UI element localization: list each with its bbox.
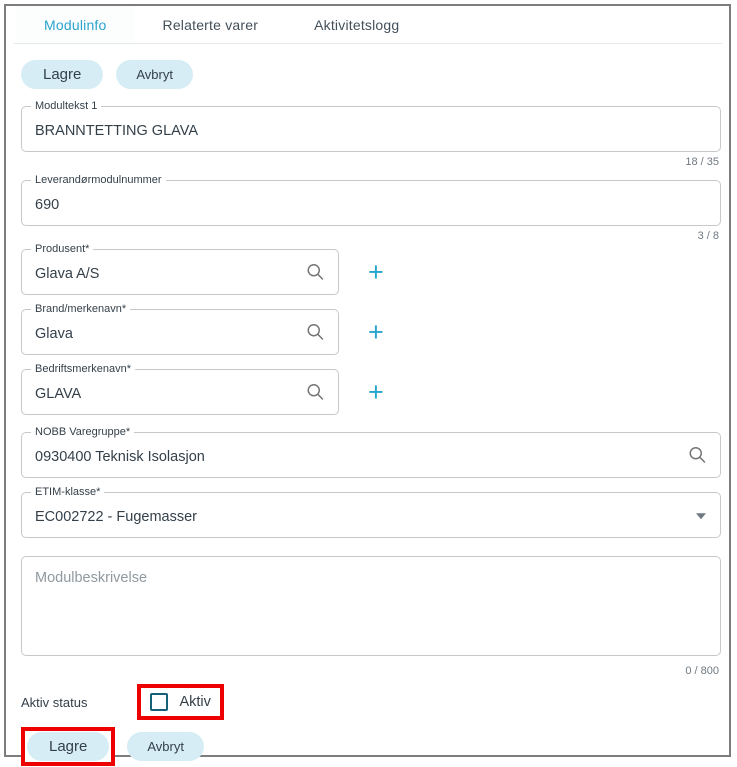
aktiv-checkbox[interactable] (150, 693, 168, 711)
leverandormodulnummer-input[interactable] (22, 181, 720, 225)
field-nobb-varegruppe: NOBB Varegruppe* (21, 432, 721, 478)
char-counter-modulbeskrivelse: 0 / 800 (21, 665, 719, 678)
field-label-leverandormodulnummer: Leverandørmodulnummer (31, 174, 166, 187)
field-label-etim-klasse: ETIM-klasse* (31, 486, 104, 499)
char-counter-leverandormodulnummer: 3 / 8 (21, 230, 719, 243)
field-label-produsent: Produsent* (31, 243, 93, 256)
etim-klasse-select[interactable] (22, 493, 720, 537)
cancel-button-bottom[interactable]: Avbryt (127, 732, 204, 761)
field-modultekst1: Modultekst 1 (21, 106, 721, 152)
search-icon[interactable] (305, 322, 326, 343)
brand-input[interactable] (22, 310, 338, 354)
field-block-brand: Brand/merkenavn* + (21, 309, 721, 355)
aktiv-status-row: Aktiv status Aktiv (21, 684, 721, 720)
bedriftsmerkenavn-input[interactable] (22, 370, 338, 414)
field-brand: Brand/merkenavn* (21, 309, 339, 355)
tab-aktivitetslogg[interactable]: Aktivitetslogg (286, 6, 427, 43)
field-etim-klasse: ETIM-klasse* (21, 492, 721, 538)
field-block-produsent: Produsent* + (21, 249, 721, 295)
search-icon[interactable] (305, 262, 326, 283)
field-block-etim-klasse: ETIM-klasse* (21, 492, 721, 538)
modulbeskrivelse-textarea[interactable] (21, 556, 721, 656)
chevron-down-icon[interactable] (696, 513, 706, 519)
search-icon[interactable] (305, 382, 326, 403)
save-button-bottom[interactable]: Lagre (27, 732, 109, 761)
field-block-leverandormodulnummer: Leverandørmodulnummer 3 / 8 (21, 180, 721, 243)
highlight-box-aktiv: Aktiv (137, 684, 223, 720)
bottom-action-row: Lagre Avbryt (21, 727, 721, 766)
save-button-top[interactable]: Lagre (21, 60, 103, 89)
top-action-row: Lagre Avbryt (21, 60, 721, 89)
add-brand-button[interactable]: + (368, 319, 384, 346)
highlight-box-save: Lagre (21, 727, 115, 766)
nobb-varegruppe-input[interactable] (22, 433, 720, 477)
field-block-nobb-varegruppe: NOBB Varegruppe* (21, 432, 721, 478)
tab-divider (14, 43, 722, 44)
field-block-bedriftsmerkenavn: Bedriftsmerkenavn* + (21, 369, 721, 415)
field-label-brand: Brand/merkenavn* (31, 303, 130, 316)
field-bedriftsmerkenavn: Bedriftsmerkenavn* (21, 369, 339, 415)
field-block-modultekst1: Modultekst 1 18 / 35 (21, 106, 721, 169)
field-label-modultekst1: Modultekst 1 (31, 100, 101, 113)
tab-relaterte-varer[interactable]: Relaterte varer (135, 6, 287, 43)
field-label-bedriftsmerkenavn: Bedriftsmerkenavn* (31, 363, 135, 376)
produsent-input[interactable] (22, 250, 338, 294)
add-produsent-button[interactable]: + (368, 259, 384, 286)
tab-bar: Modulinfo Relaterte varer Aktivitetslogg (6, 6, 729, 43)
aktiv-status-label: Aktiv status (21, 695, 87, 710)
module-info-panel: Modulinfo Relaterte varer Aktivitetslogg… (4, 4, 731, 757)
search-icon[interactable] (687, 445, 708, 466)
char-counter-modultekst1: 18 / 35 (21, 156, 719, 169)
aktiv-checkbox-label: Aktiv (179, 694, 210, 710)
form-area: Lagre Avbryt Modultekst 1 18 / 35 Levera… (6, 60, 729, 766)
field-leverandormodulnummer: Leverandørmodulnummer (21, 180, 721, 226)
add-bedriftsmerkenavn-button[interactable]: + (368, 379, 384, 406)
field-block-modulbeskrivelse: 0 / 800 (21, 556, 721, 678)
field-label-nobb-varegruppe: NOBB Varegruppe* (31, 426, 134, 439)
cancel-button-top[interactable]: Avbryt (116, 60, 193, 89)
field-produsent: Produsent* (21, 249, 339, 295)
tab-modulinfo[interactable]: Modulinfo (16, 6, 135, 43)
modultekst1-input[interactable] (22, 107, 720, 151)
